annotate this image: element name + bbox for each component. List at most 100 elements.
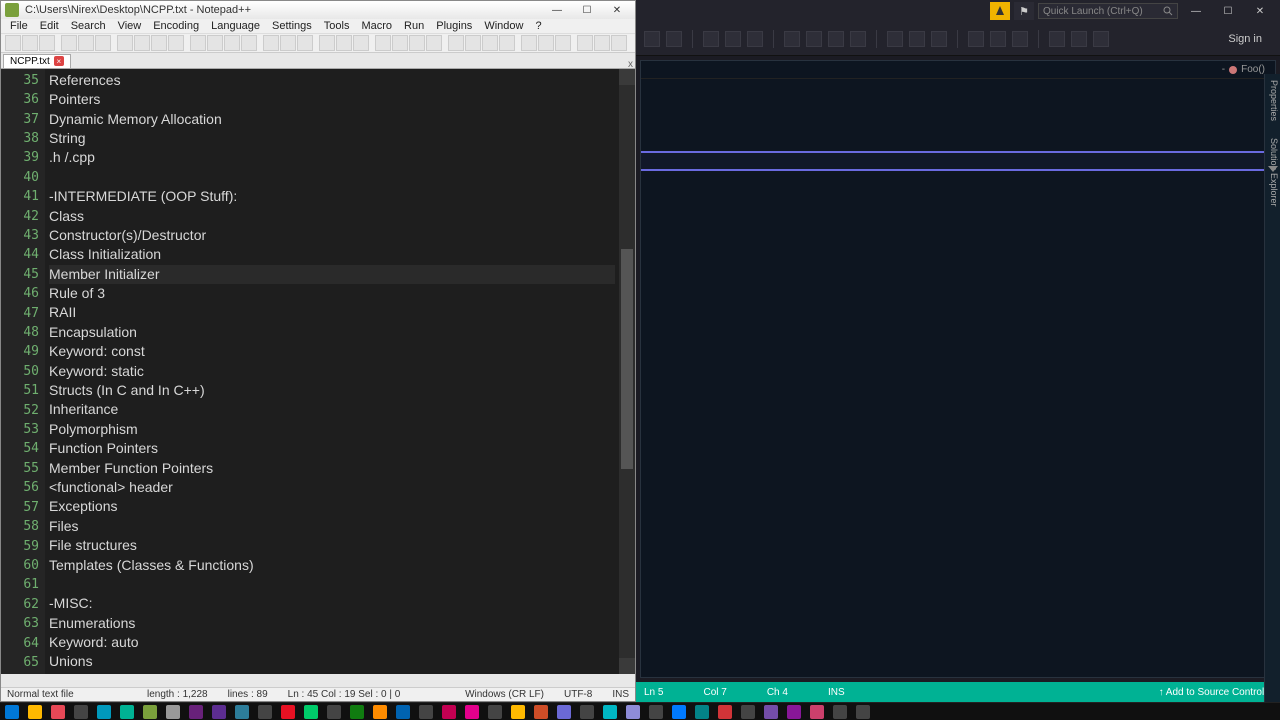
toolbar-button-25[interactable] — [465, 35, 481, 51]
toolbar-button-4[interactable] — [78, 35, 94, 51]
toolbar-button-17[interactable] — [319, 35, 335, 51]
taskbar-app-20[interactable] — [462, 704, 482, 720]
menu-run[interactable]: Run — [399, 19, 429, 33]
editor-line[interactable]: Class Initialization — [49, 245, 615, 264]
taskbar-app-30[interactable] — [692, 704, 712, 720]
toolbar-button-14[interactable] — [263, 35, 279, 51]
taskbar-app-18[interactable] — [416, 704, 436, 720]
tab-close-icon[interactable]: × — [54, 56, 64, 66]
menu-search[interactable]: Search — [66, 19, 111, 33]
toolbar-button-20[interactable] — [375, 35, 391, 51]
toolbar-button-28[interactable] — [521, 35, 537, 51]
vs-toolbar-button-13[interactable] — [990, 31, 1006, 47]
editor-line[interactable]: References — [49, 71, 615, 90]
vs-toolbar-button-2[interactable] — [703, 31, 719, 47]
toolbar-button-7[interactable] — [134, 35, 150, 51]
toolbar-button-13[interactable] — [241, 35, 257, 51]
menu-window[interactable]: Window — [479, 19, 528, 33]
notification-icon[interactable] — [990, 2, 1010, 20]
menu-plugins[interactable]: Plugins — [431, 19, 477, 33]
vs-toolbar-button-14[interactable] — [1012, 31, 1028, 47]
toolbar-button-2[interactable] — [39, 35, 55, 51]
taskbar-app-36[interactable] — [830, 704, 850, 720]
taskbar-app-37[interactable] — [853, 704, 873, 720]
maximize-button[interactable]: ☐ — [573, 1, 601, 19]
solution-explorer-tab[interactable]: Solution Explorer — [1269, 138, 1279, 207]
menu-macro[interactable]: Macro — [356, 19, 397, 33]
editor-line[interactable]: Unions — [49, 652, 615, 671]
horizontal-scrollbar[interactable] — [1, 674, 635, 686]
taskbar-app-19[interactable] — [439, 704, 459, 720]
vs-toolbar-button-8[interactable] — [850, 31, 866, 47]
flag-icon[interactable]: ⚑ — [1014, 2, 1034, 20]
editor-line[interactable]: Keyword: const — [49, 342, 615, 361]
editor-line[interactable]: Keyword: static — [49, 362, 615, 381]
taskbar-app-33[interactable] — [761, 704, 781, 720]
vs-toolbar-button-7[interactable] — [828, 31, 844, 47]
titlebar[interactable]: C:\Users\Nirex\Desktop\NCPP.txt - Notepa… — [1, 1, 635, 19]
vs-minimize-button[interactable]: — — [1182, 2, 1210, 20]
add-source-control[interactable]: ↑ Add to Source Control ▴ — [1159, 687, 1272, 698]
toolbar-button-32[interactable] — [594, 35, 610, 51]
toolbar-button-24[interactable] — [448, 35, 464, 51]
taskbar-app-2[interactable] — [48, 704, 68, 720]
menu-file[interactable]: File — [5, 19, 33, 33]
toolbar-button-12[interactable] — [224, 35, 240, 51]
taskbar-app-31[interactable] — [715, 704, 735, 720]
taskbar-app-7[interactable] — [163, 704, 183, 720]
taskbar-app-12[interactable] — [278, 704, 298, 720]
toolbar-button-19[interactable] — [353, 35, 369, 51]
vs-titlebar[interactable]: ⚑ Quick Launch (Ctrl+Q) — ☐ ✕ — [636, 0, 1280, 22]
taskbar-app-14[interactable] — [324, 704, 344, 720]
editor-line[interactable]: -INTERMEDIATE (OOP Stuff): — [49, 187, 615, 206]
vertical-scrollbar[interactable] — [619, 69, 635, 675]
minimize-button[interactable]: — — [543, 1, 571, 19]
taskbar-app-6[interactable] — [140, 704, 160, 720]
toolbar-button-1[interactable] — [22, 35, 38, 51]
taskbar-app-23[interactable] — [531, 704, 551, 720]
toolbar-button-16[interactable] — [297, 35, 313, 51]
vs-toolbar-button-10[interactable] — [909, 31, 925, 47]
vs-toolbar-button-1[interactable] — [666, 31, 682, 47]
taskbar-app-15[interactable] — [347, 704, 367, 720]
taskbar-app-35[interactable] — [807, 704, 827, 720]
collapse-icon[interactable] — [1268, 166, 1278, 172]
taskbar-app-0[interactable] — [2, 704, 22, 720]
menu-encoding[interactable]: Encoding — [148, 19, 204, 33]
toolbar-button-5[interactable] — [95, 35, 111, 51]
menu-language[interactable]: Language — [206, 19, 265, 33]
taskbar-app-24[interactable] — [554, 704, 574, 720]
taskbar-app-3[interactable] — [71, 704, 91, 720]
taskbar-app-13[interactable] — [301, 704, 321, 720]
vs-toolbar-button-15[interactable] — [1049, 31, 1065, 47]
editor-line[interactable]: Polymorphism — [49, 420, 615, 439]
taskbar-app-4[interactable] — [94, 704, 114, 720]
taskbar-app-34[interactable] — [784, 704, 804, 720]
toolbar-button-33[interactable] — [611, 35, 627, 51]
breadcrumb-bar[interactable]: - Foo() — [641, 61, 1275, 79]
taskbar-app-16[interactable] — [370, 704, 390, 720]
editor-line[interactable]: Pointers — [49, 90, 615, 109]
vs-toolbar-button-16[interactable] — [1071, 31, 1087, 47]
toolbar-button-15[interactable] — [280, 35, 296, 51]
taskbar-app-1[interactable] — [25, 704, 45, 720]
menu-tools[interactable]: Tools — [319, 19, 355, 33]
taskbar-app-11[interactable] — [255, 704, 275, 720]
toolbar-button-23[interactable] — [426, 35, 442, 51]
toolbar-button-8[interactable] — [151, 35, 167, 51]
toolbar-button-0[interactable] — [5, 35, 21, 51]
taskbar-app-29[interactable] — [669, 704, 689, 720]
taskbar-app-8[interactable] — [186, 704, 206, 720]
taskbar-app-17[interactable] — [393, 704, 413, 720]
windows-taskbar[interactable] — [0, 702, 1280, 720]
editor-line[interactable]: Keyword: auto — [49, 633, 615, 652]
properties-tab[interactable]: Properties — [1269, 80, 1279, 121]
taskbar-app-25[interactable] — [577, 704, 597, 720]
editor-line[interactable]: Structs (In C and In C++) — [49, 381, 615, 400]
taskbar-app-5[interactable] — [117, 704, 137, 720]
toolbar-button-26[interactable] — [482, 35, 498, 51]
toolbar-button-9[interactable] — [168, 35, 184, 51]
editor-line[interactable] — [49, 575, 615, 594]
editor-line[interactable]: Dynamic Memory Allocation — [49, 110, 615, 129]
scrollbar-thumb[interactable] — [621, 249, 633, 469]
